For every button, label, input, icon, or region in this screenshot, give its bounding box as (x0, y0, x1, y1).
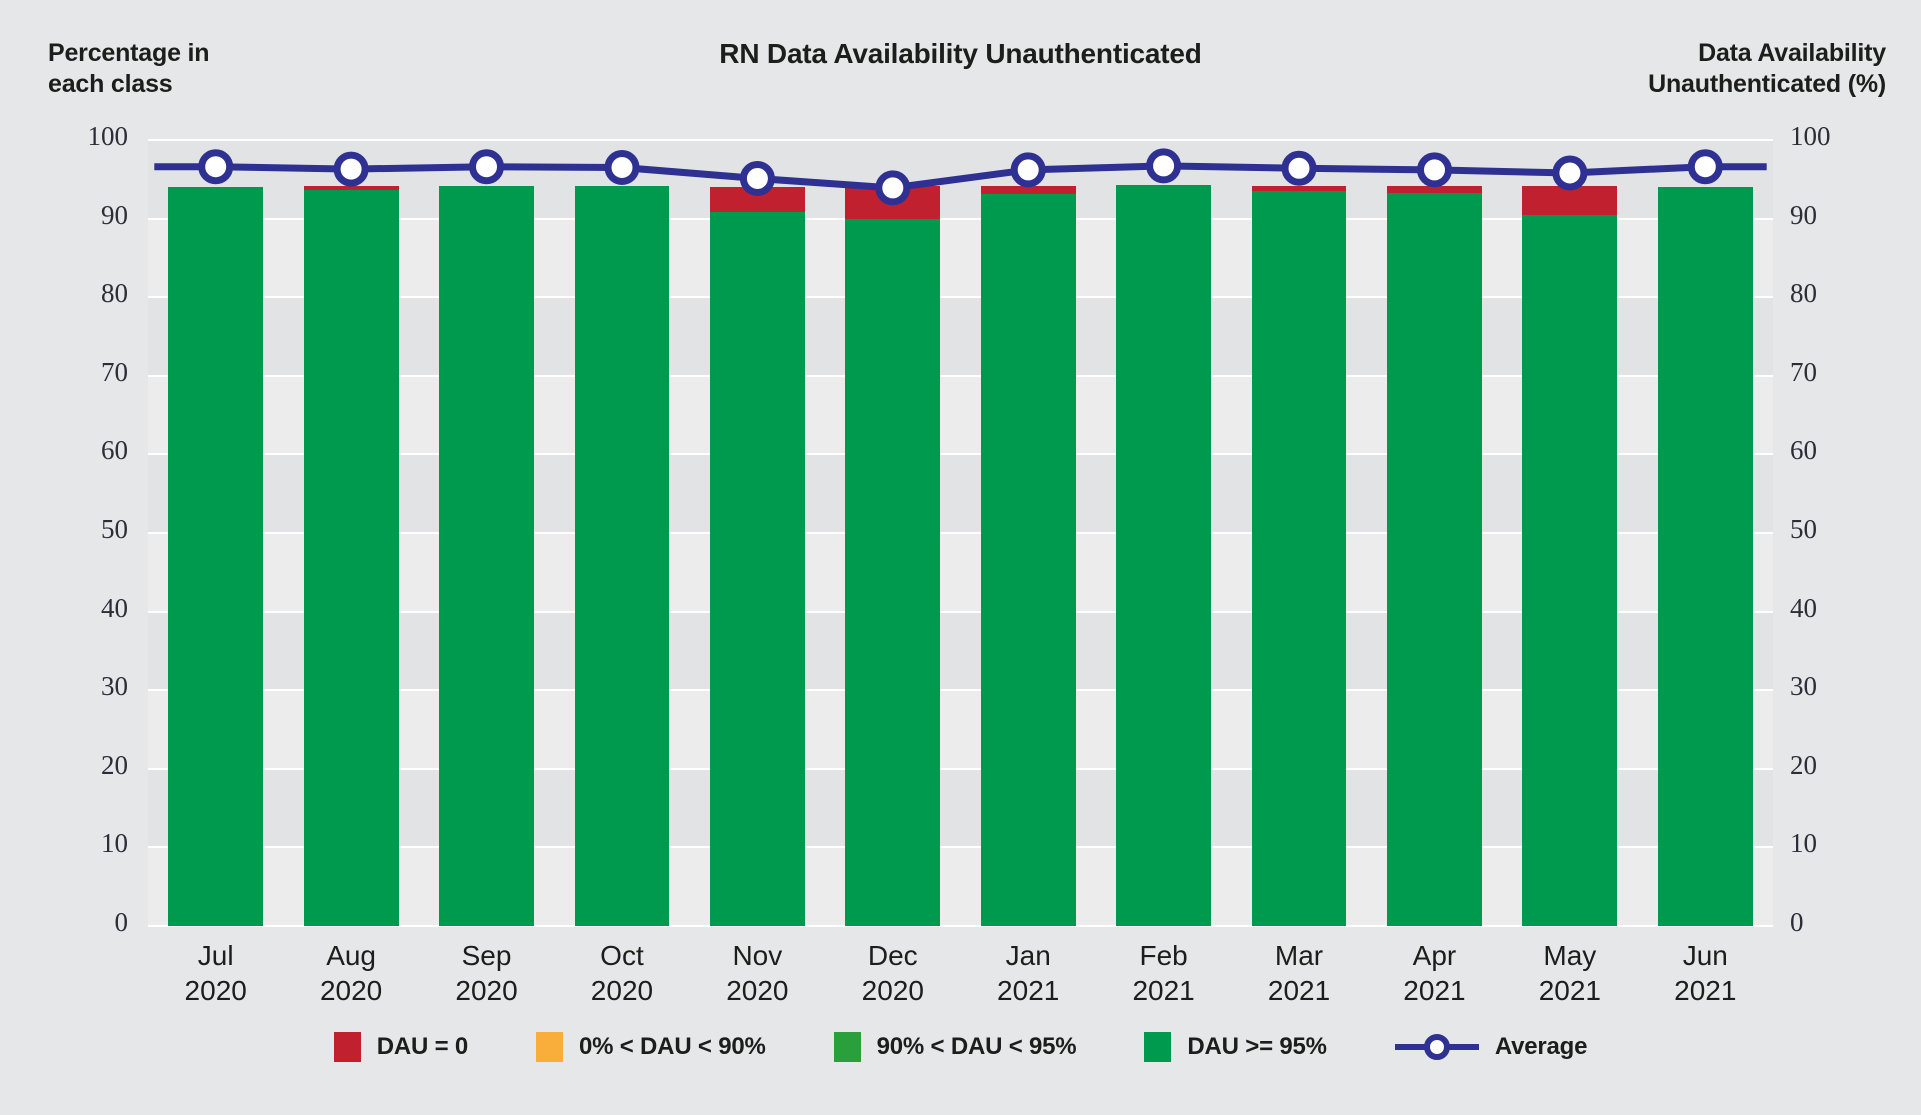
y-tick-label: 40 (101, 592, 128, 623)
y-tick-label: 30 (101, 671, 128, 702)
legend-swatch-icon (333, 1032, 361, 1062)
y-tick-label: 70 (1790, 356, 1817, 387)
right-axis-caption-line1: Data Availability (1698, 39, 1886, 67)
legend-label: DAU >= 95% (1187, 1033, 1327, 1060)
x-tick-month: Aug (326, 940, 377, 971)
y-tick-label: 50 (101, 514, 128, 544)
x-axis: Jul 2020 Aug 2020 Sep 2020 Oct 2020 Nov 2020 Dec 20… (148, 938, 1773, 1018)
x-tick-month: Jul (197, 940, 234, 971)
x-tick-year: 2021 (1403, 975, 1466, 1006)
average-marker (198, 149, 234, 185)
x-tick-label: Jun 2021 (1638, 938, 1773, 1008)
x-tick-label: Dec 2020 (825, 938, 960, 1008)
x-tick-label: Jul 2020 (148, 938, 283, 1008)
right-axis-caption-line2: Unauthenticated (%) (1648, 69, 1886, 98)
legend-label: DAU = 0 (376, 1033, 469, 1060)
x-tick-month: Nov (732, 940, 783, 971)
x-tick-month: Feb (1139, 940, 1188, 971)
legend-swatch-icon (833, 1032, 861, 1062)
x-tick-month: Apr (1412, 940, 1457, 971)
x-tick-year: 2021 (1132, 975, 1195, 1006)
x-tick-year: 2020 (861, 975, 924, 1006)
y-tick-label: 10 (1790, 828, 1817, 859)
average-marker (1010, 152, 1046, 188)
x-tick-label: Nov 2020 (690, 938, 825, 1008)
average-marker (1552, 155, 1588, 191)
x-tick-year: 2020 (319, 975, 383, 1006)
x-tick-label: Mar 2021 (1231, 938, 1366, 1008)
average-marker (875, 170, 911, 206)
x-tick-year: 2021 (1538, 975, 1601, 1006)
x-tick-year: 2021 (1267, 975, 1331, 1006)
average-marker (1281, 150, 1317, 186)
y-tick-label: 90 (1790, 199, 1817, 230)
x-tick-month: Jun (1682, 940, 1728, 971)
y-tick-label: 10 (101, 828, 128, 859)
y-tick-label: 70 (101, 356, 128, 387)
legend-item[interactable]: DAU >= 95% (1144, 1032, 1327, 1062)
average-line (154, 162, 1767, 192)
x-tick-year: 2020 (455, 975, 518, 1006)
legend-item[interactable]: 90% < DAU < 95% (833, 1032, 1077, 1062)
x-tick-label: Aug 2020 (283, 938, 418, 1008)
chart-legend: DAU = 0 0% < DAU < 90% 90% < DAU < 95% DAU … (0, 1032, 1921, 1062)
y-tick-label: 100 (1790, 121, 1831, 151)
legend-item[interactable]: DAU = 0 (333, 1032, 469, 1062)
legend-line-marker-icon (1394, 1032, 1479, 1062)
x-tick-label: Jan 2021 (961, 938, 1096, 1008)
legend-swatch-icon (1144, 1032, 1172, 1062)
y-tick-label: 80 (101, 278, 128, 309)
legend-item[interactable]: 0% < DAU < 90% (536, 1032, 766, 1062)
x-tick-year: 2021 (997, 975, 1060, 1006)
y-tick-label: 0 (114, 907, 129, 937)
y-tick-label: 90 (101, 199, 128, 230)
y-tick-label: 100 (87, 121, 129, 151)
plot-area (148, 139, 1773, 927)
y-tick-label: 20 (1790, 749, 1817, 780)
y-tick-label: 20 (101, 749, 128, 780)
y-axis-left: 100 90 80 70 60 50 40 30 20 10 0 (20, 121, 129, 937)
y-tick-label: 40 (1790, 592, 1817, 623)
legend-item[interactable]: Average (1394, 1032, 1588, 1062)
y-tick-label: 50 (1790, 514, 1817, 544)
left-axis-caption-line2: each class (48, 69, 173, 98)
x-tick-month: Mar (1274, 940, 1324, 971)
x-tick-year: 2020 (184, 975, 247, 1006)
x-tick-year: 2020 (726, 975, 789, 1006)
y-tick-label: 30 (1790, 671, 1817, 702)
y-tick-label: 80 (1790, 278, 1817, 309)
x-tick-month: May (1543, 940, 1597, 971)
legend-label: 0% < DAU < 90% (579, 1033, 766, 1060)
x-tick-label: Feb 2021 (1096, 938, 1231, 1008)
average-line-layer (154, 148, 1767, 206)
x-tick-year: 2021 (1674, 975, 1737, 1006)
x-tick-month: Oct (600, 940, 644, 971)
legend-label: Average (1494, 1033, 1588, 1060)
y-tick-label: 0 (1790, 907, 1804, 937)
y-tick-label: 60 (101, 435, 128, 466)
chart-container: Percentage in each class RN Data Availab… (0, 0, 1921, 1115)
x-tick-year: 2020 (590, 975, 654, 1006)
y-tick-label: 60 (1790, 435, 1817, 466)
x-tick-label: Sep 2020 (419, 938, 554, 1008)
legend-swatch-icon (536, 1032, 564, 1062)
x-tick-label: Oct 2020 (554, 938, 689, 1008)
x-tick-month: Jan (1005, 940, 1051, 971)
legend-label: 90% < DAU < 95% (876, 1033, 1077, 1060)
x-tick-label: Apr 2021 (1367, 938, 1502, 1008)
right-axis-caption: Data Availability Unauthenticated (%) (1466, 38, 1886, 99)
average-marker (1146, 148, 1182, 184)
x-tick-month: Dec (867, 940, 918, 971)
average-marker (469, 149, 504, 185)
average-marker (739, 161, 775, 196)
y-axis-right: 100 90 80 70 60 50 40 30 20 10 0 (1790, 121, 1900, 937)
average-marker (1417, 152, 1452, 188)
x-tick-month: Sep (461, 940, 512, 971)
average-marker (1687, 149, 1723, 185)
x-tick-label: May 2021 (1502, 938, 1637, 1008)
average-marker (333, 151, 369, 187)
average-marker (604, 150, 640, 185)
